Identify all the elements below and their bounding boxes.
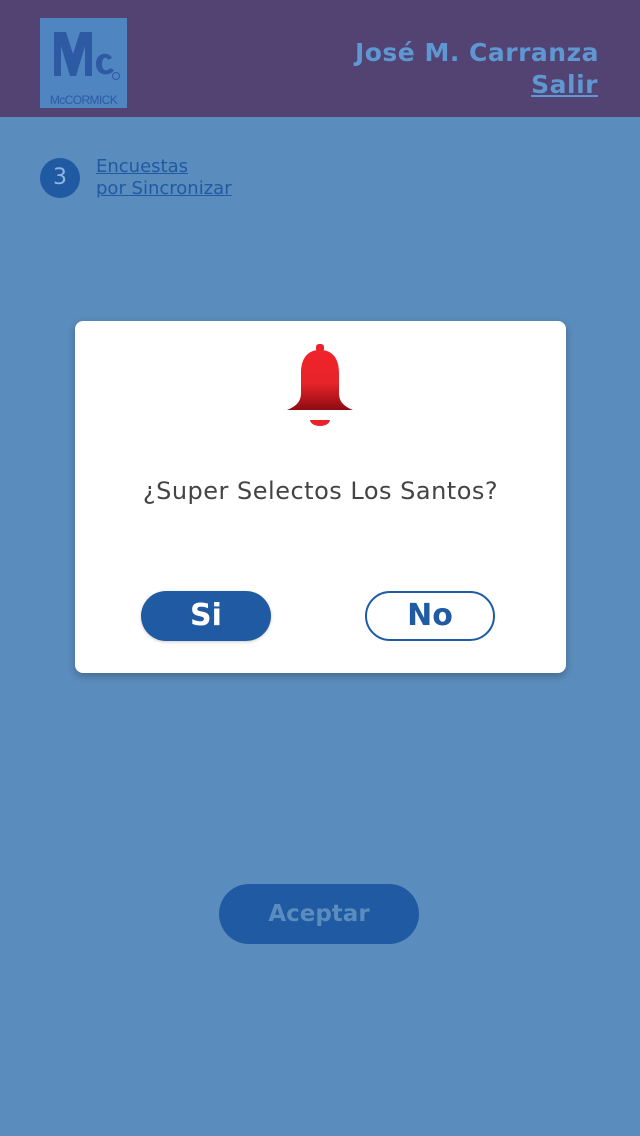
yes-button[interactable]: Si bbox=[141, 591, 271, 641]
sync-count-badge: 3 bbox=[40, 158, 80, 198]
pending-surveys-label-line2: por Sincronizar bbox=[96, 178, 232, 199]
pending-surveys-link[interactable]: Encuestas por Sincronizar bbox=[96, 156, 232, 200]
logo-wordmark: McCORMICK bbox=[49, 93, 118, 107]
no-button[interactable]: No bbox=[365, 591, 495, 641]
pending-surveys-label-line1: Encuestas bbox=[96, 156, 189, 177]
app-header: McCORMICK José M. Carranza Salir bbox=[0, 0, 640, 117]
dialog-question: ¿Super Selectos Los Santos? bbox=[142, 477, 499, 505]
accept-button[interactable]: Aceptar bbox=[219, 884, 419, 944]
bell-icon bbox=[285, 343, 355, 437]
user-name: José M. Carranza bbox=[354, 38, 599, 67]
confirmation-dialog: ¿Super Selectos Los Santos? Si No bbox=[75, 321, 566, 673]
mccormick-logo: McCORMICK bbox=[40, 18, 127, 108]
logout-link[interactable]: Salir bbox=[531, 70, 598, 99]
